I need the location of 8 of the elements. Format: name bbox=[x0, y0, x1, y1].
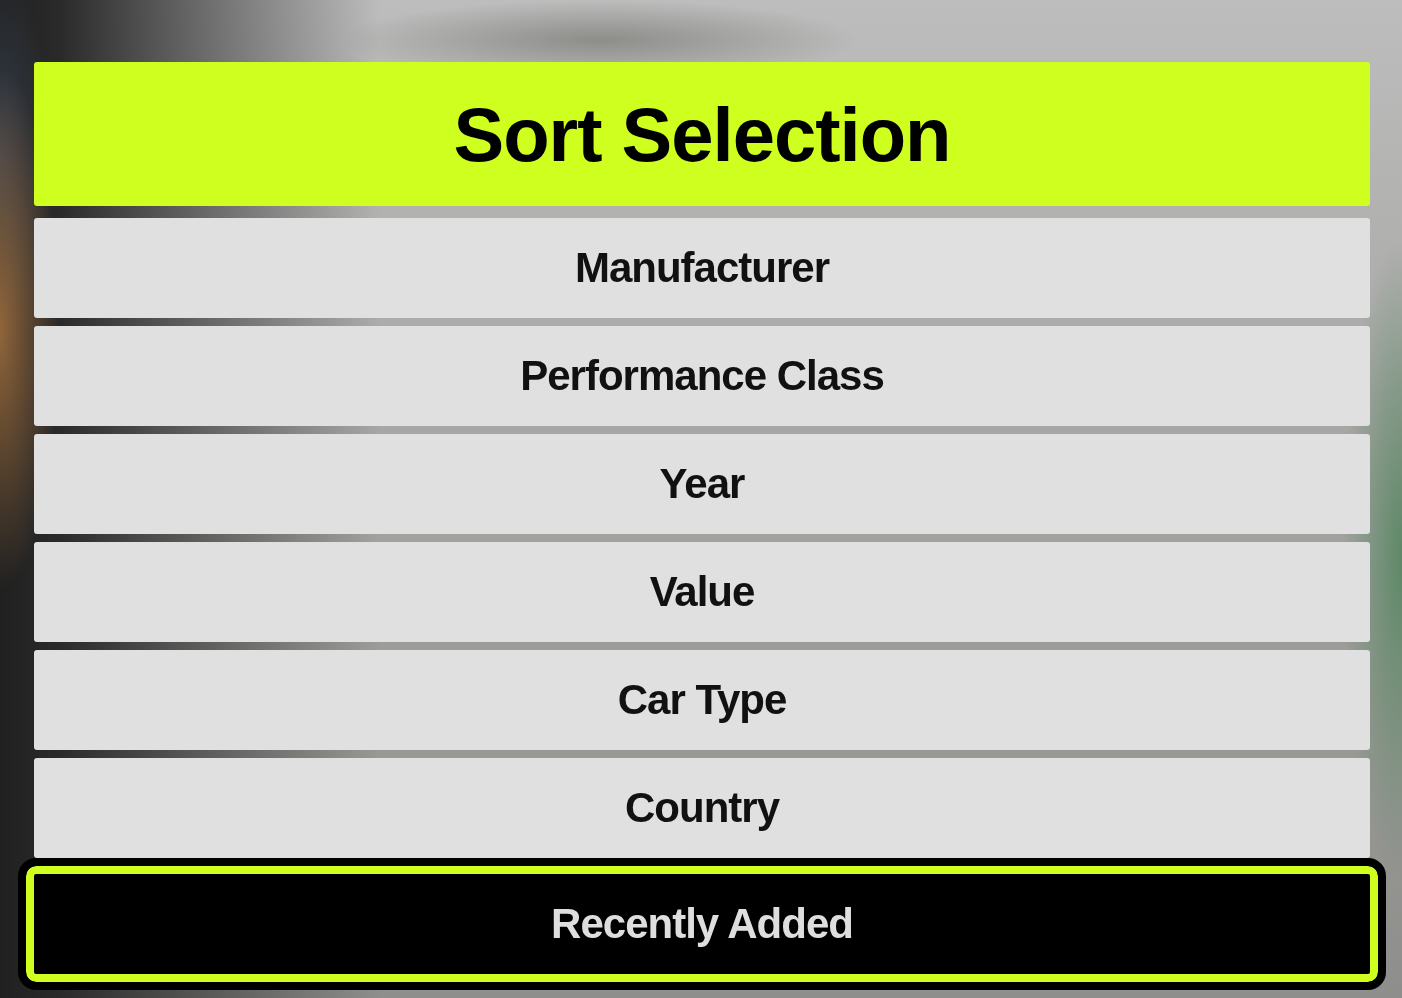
sort-option[interactable]: Car Type bbox=[34, 650, 1370, 750]
sort-option[interactable]: Manufacturer bbox=[34, 218, 1370, 318]
sort-option[interactable]: Value bbox=[34, 542, 1370, 642]
sort-selection-title: Sort Selection bbox=[34, 62, 1370, 206]
sort-option[interactable]: Year bbox=[34, 434, 1370, 534]
sort-option[interactable]: Recently Added bbox=[18, 858, 1386, 990]
sort-option[interactable]: Performance Class bbox=[34, 326, 1370, 426]
sort-option[interactable]: Country bbox=[34, 758, 1370, 858]
